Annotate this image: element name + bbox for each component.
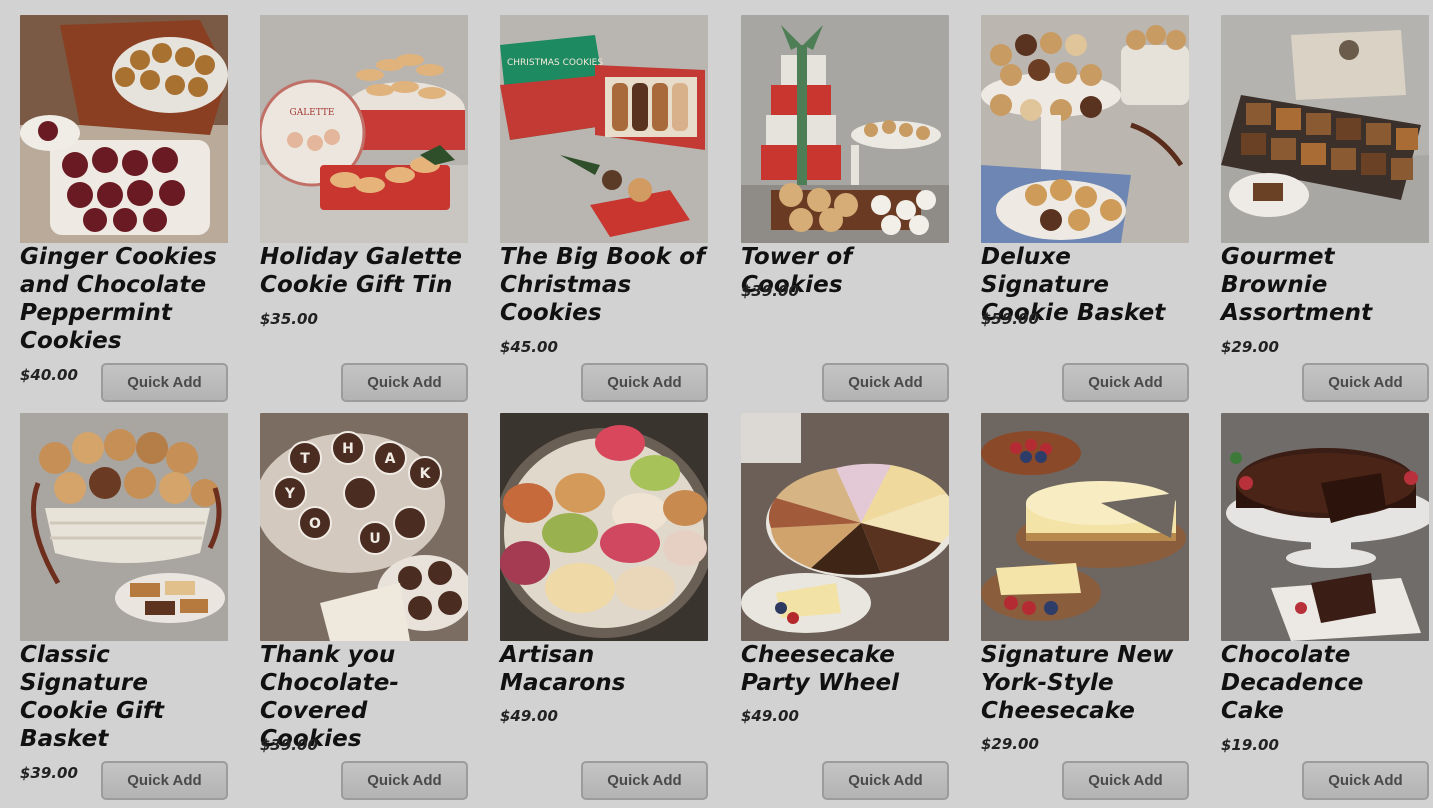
svg-text:H: H [342, 441, 354, 457]
product-image[interactable] [500, 413, 708, 641]
ny-cheesecake-image [981, 413, 1189, 641]
quick-add-button[interactable]: Quick Add [1062, 761, 1189, 800]
cookie-basket-stand-image [981, 15, 1189, 243]
product-grid: Ginger Cookies and Chocolate Peppermint … [0, 0, 1433, 808]
quick-add-button[interactable]: Quick Add [581, 761, 708, 800]
product-image[interactable]: GALETTE [260, 15, 468, 243]
product-image[interactable] [981, 413, 1189, 641]
thank-you-cookies-image: T H A K YO U [260, 413, 468, 641]
chocolate-cake-image [1221, 413, 1429, 641]
quick-add-button[interactable]: Quick Add [581, 363, 708, 402]
christmas-cookie-box-image: CHRISTMAS COOKIES [500, 15, 708, 243]
quick-add-button[interactable]: Quick Add [341, 363, 468, 402]
product-price: $45.00 [500, 338, 558, 356]
quick-add-button[interactable]: Quick Add [1302, 363, 1429, 402]
product-title[interactable]: Chocolate Decadence Cake [1221, 641, 1431, 725]
product-price: $35.00 [260, 310, 318, 328]
product-image[interactable] [741, 413, 949, 641]
product-title[interactable]: Signature New York-Style Cheesecake [981, 641, 1191, 725]
svg-text:Y: Y [284, 486, 296, 502]
product-title[interactable]: Ginger Cookies and Chocolate Peppermint … [20, 243, 230, 355]
quick-add-button[interactable]: Quick Add [1302, 761, 1429, 800]
product-price: $39.00 [741, 282, 799, 300]
product-price: $49.00 [500, 707, 558, 725]
quick-add-button[interactable]: Quick Add [101, 363, 228, 402]
quick-add-button[interactable]: Quick Add [341, 761, 468, 800]
svg-text:T: T [300, 451, 310, 467]
quick-add-button[interactable]: Quick Add [1062, 363, 1189, 402]
cookie-plates-image [20, 15, 228, 243]
quick-add-button[interactable]: Quick Add [822, 363, 949, 402]
svg-text:O: O [309, 516, 321, 532]
brownie-tray-image [1221, 15, 1429, 243]
product-image[interactable]: CHRISTMAS COOKIES [500, 15, 708, 243]
product-image[interactable]: T H A K YO U [260, 413, 468, 641]
product-title[interactable]: Gourmet Brownie Assortment [1221, 243, 1431, 327]
quick-add-button[interactable]: Quick Add [101, 761, 228, 800]
cookie-basket-image [20, 413, 228, 641]
svg-text:CHRISTMAS COOKIES: CHRISTMAS COOKIES [507, 58, 603, 68]
macarons-image [500, 413, 708, 641]
svg-text:U: U [369, 531, 380, 547]
product-price: $19.00 [1221, 736, 1279, 754]
cheesecake-wheel-image [741, 413, 949, 641]
product-image[interactable] [1221, 413, 1429, 641]
quick-add-button[interactable]: Quick Add [822, 761, 949, 800]
product-price: $39.00 [20, 764, 78, 782]
product-image[interactable] [981, 15, 1189, 243]
product-title[interactable]: Holiday Galette Cookie Gift Tin [260, 243, 470, 299]
product-price: $49.00 [741, 707, 799, 725]
product-image[interactable] [20, 413, 228, 641]
svg-text:A: A [385, 451, 396, 467]
product-title[interactable]: Classic Signature Cookie Gift Basket [20, 641, 230, 753]
product-price: $40.00 [20, 366, 78, 384]
product-title[interactable]: Cheesecake Party Wheel [741, 641, 951, 697]
product-image[interactable] [1221, 15, 1429, 243]
product-price: $29.00 [1221, 338, 1279, 356]
cookie-tin-image: GALETTE [260, 15, 468, 243]
product-price: $39.00 [260, 736, 318, 754]
product-image[interactable] [20, 15, 228, 243]
product-price: $59.00 [981, 310, 1039, 328]
product-image[interactable] [741, 15, 949, 243]
product-price: $29.00 [981, 735, 1039, 753]
product-title[interactable]: The Big Book of Christmas Cookies [500, 243, 710, 327]
svg-text:GALETTE: GALETTE [290, 108, 335, 118]
svg-text:K: K [420, 466, 432, 482]
product-title[interactable]: Artisan Macarons [500, 641, 710, 697]
gift-tower-image [741, 15, 949, 243]
